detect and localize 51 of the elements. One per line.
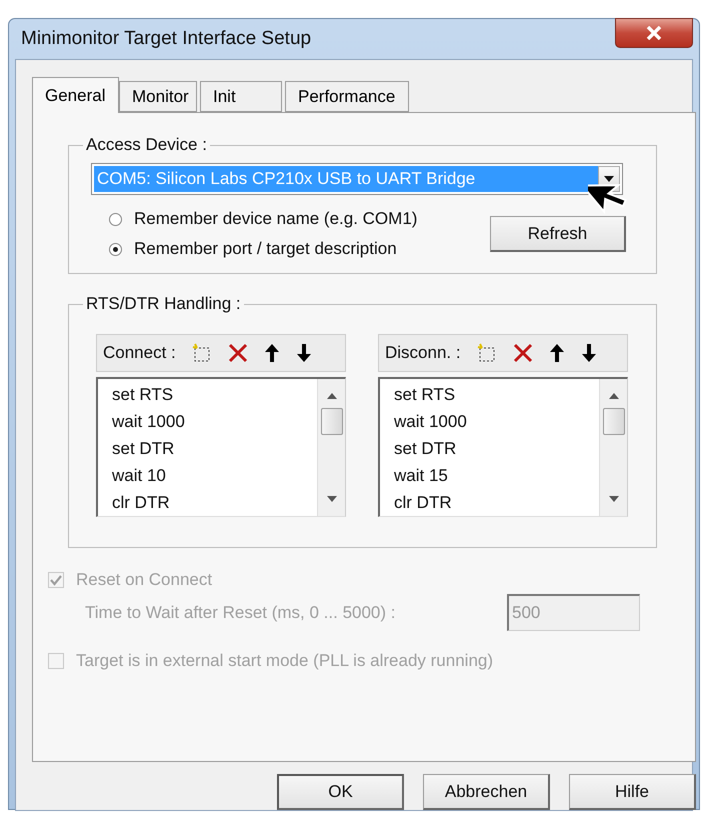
dialog-button[interactable]: Hilfe [569,774,696,810]
command-list[interactable]: set RTS wait 1000 set DTR wait 10 clr DTR [96,377,346,517]
close-button[interactable] [615,18,693,48]
delete-icon[interactable] [228,343,248,363]
scrollbar-thumb[interactable] [603,408,625,435]
scrollbar[interactable] [599,379,627,516]
scrollbar-thumb[interactable] [321,408,343,435]
checkbox-label: Reset on Connect [76,570,212,590]
scroll-up-icon[interactable] [327,393,337,399]
tab[interactable]: Performance [285,81,409,112]
scroll-down-icon[interactable] [609,496,619,502]
list-item[interactable]: set RTS [112,381,317,408]
group-label: Access Device : [85,135,208,155]
move-up-icon[interactable] [264,343,280,363]
checkbox-label: Target is in external start mode (PLL is already running) [76,651,494,671]
list-item[interactable]: set DTR [112,435,317,462]
group-label: RTS/DTR Handling : [85,294,242,314]
move-down-icon[interactable] [296,343,312,363]
scrollbar[interactable] [317,379,345,516]
dialog-button[interactable]: Abbrechen [423,774,550,810]
move-up-icon[interactable] [548,343,565,363]
dialog-button[interactable]: OK [277,774,404,810]
list-item[interactable]: wait 10 [112,462,317,489]
radio-button[interactable] [109,242,122,256]
new-item-icon[interactable] [192,343,212,363]
list-item[interactable]: wait 1000 [394,408,599,435]
tab[interactable]: Monitor [119,81,197,112]
list-item[interactable]: clr DTR [394,489,599,516]
move-down-icon[interactable] [580,343,597,363]
scroll-down-icon[interactable] [327,496,337,502]
new-item-icon[interactable] [476,343,497,363]
radio-button[interactable] [109,212,122,226]
list-item[interactable]: wait 15 [394,462,599,489]
list-item[interactable]: set RTS [394,381,599,408]
list-item[interactable]: set DTR [394,435,599,462]
tab[interactable]: Init [200,81,282,112]
tab[interactable]: General [32,77,119,113]
delete-icon[interactable] [512,343,533,363]
list-item[interactable]: clr DTR [112,489,317,516]
close-icon [646,26,662,40]
field-label: Time to Wait after Reset (ms, 0 ... 5000) : [85,602,396,622]
radio-label: Remember port / target description [134,239,397,259]
command-list[interactable]: set RTS wait 1000 set DTR wait 15 clr DTR [378,377,628,517]
list-item[interactable]: wait 1000 [112,408,317,435]
list-label: Connect : [103,343,176,363]
refresh-button[interactable]: Refresh [490,216,626,252]
list-label: Disconn. : [385,343,461,363]
window-title: Minimonitor Target Interface Setup [21,28,312,50]
scroll-up-icon[interactable] [609,393,619,399]
radio-label: Remember device name (e.g. COM1) [134,209,418,229]
caret-icon [604,176,614,182]
